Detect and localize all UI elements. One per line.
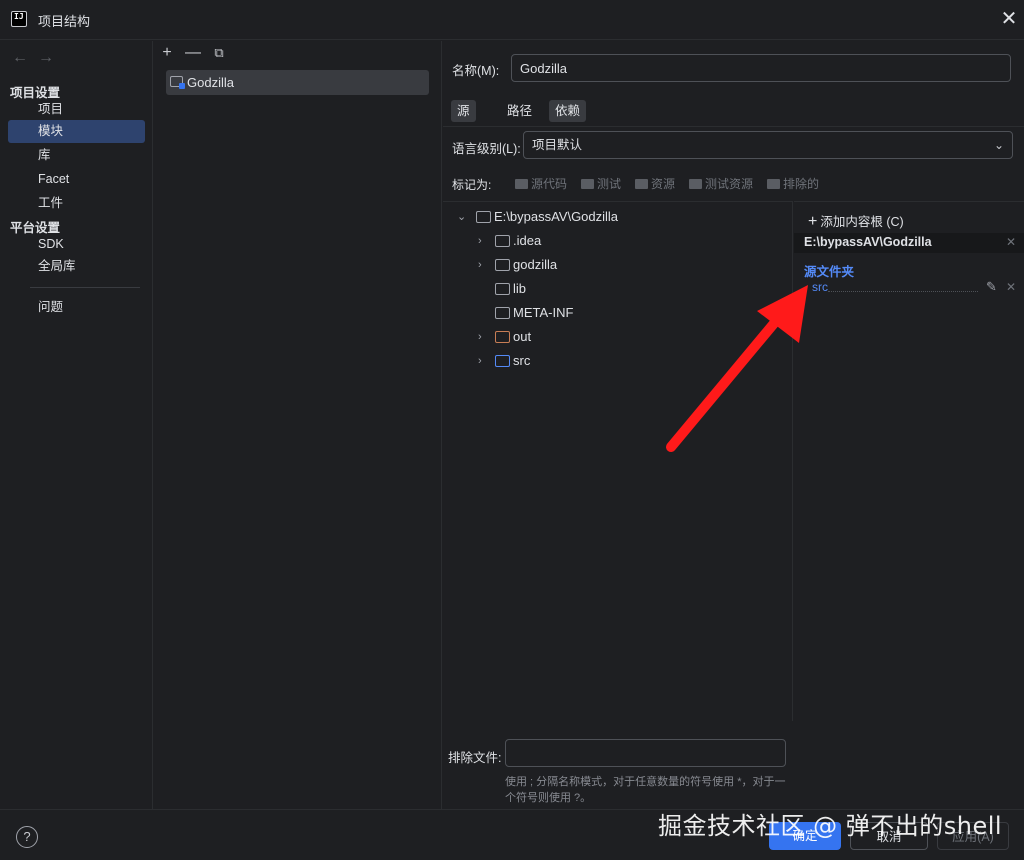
content-root-header: E:\bypassAV\Godzilla ✕ bbox=[794, 233, 1024, 253]
folder-icon bbox=[767, 179, 780, 189]
exclude-files-label: 排除文件: bbox=[448, 751, 502, 765]
source-folder-entry[interactable]: src bbox=[812, 280, 828, 294]
back-arrow-icon[interactable]: ← bbox=[12, 49, 28, 67]
folder-icon bbox=[689, 179, 702, 189]
remove-source-icon[interactable]: ✕ bbox=[1006, 280, 1016, 294]
tab-dependencies[interactable]: 依赖 bbox=[549, 100, 587, 122]
tab-divider bbox=[443, 126, 1024, 127]
title-bar: IJ 项目结构 ✕ bbox=[0, 0, 1024, 40]
nav-item-modules[interactable]: 模块 bbox=[8, 120, 145, 143]
language-level-label: 语言级别(L): bbox=[452, 142, 521, 156]
nav-divider bbox=[30, 287, 140, 288]
folder-icon bbox=[476, 211, 491, 223]
folder-icon bbox=[495, 283, 510, 295]
tree-item-label: out bbox=[513, 329, 532, 344]
remove-root-icon[interactable]: ✕ bbox=[1006, 235, 1016, 249]
chevron-right-icon: › bbox=[478, 259, 482, 271]
annotation-arrow-icon bbox=[666, 285, 808, 452]
folder-icon bbox=[635, 179, 648, 189]
tab-sources[interactable]: 源 bbox=[451, 100, 476, 122]
watermark: 掘金技术社区 @ 弹不出的shell bbox=[658, 812, 1003, 840]
name-label: 名称(M): bbox=[452, 64, 500, 78]
help-icon[interactable]: ? bbox=[16, 826, 38, 848]
folder-icon bbox=[515, 179, 528, 189]
folder-icon bbox=[581, 179, 594, 189]
chevron-right-icon: › bbox=[478, 355, 482, 367]
tree-item-label: godzilla bbox=[513, 257, 558, 272]
nav-item-problems[interactable]: 问题 bbox=[8, 296, 145, 319]
module-name: Godzilla bbox=[187, 75, 234, 90]
nav-item-libraries[interactable]: 库 bbox=[8, 144, 145, 167]
content-root-path: E:\bypassAV\Godzilla bbox=[804, 235, 932, 249]
tree-root-label: E:\bypassAV\Godzilla bbox=[494, 209, 619, 224]
nav-item-sdk[interactable]: SDK bbox=[8, 233, 145, 256]
language-level-value: 项目默认 bbox=[532, 138, 583, 152]
exclude-files-hint: 使用 ; 分隔名称模式，对于任意数量的符号使用 *，对于一个符号则使用 ?。 bbox=[505, 776, 786, 804]
content-root-panel: + 添加内容根 (C) E:\bypassAV\Godzilla ✕ 源文件夹 s… bbox=[794, 201, 1024, 721]
mark-test-resources-button[interactable]: 测试资源 bbox=[689, 175, 753, 192]
tree-row-idea[interactable]: › .idea bbox=[443, 229, 783, 253]
copy-module-icon[interactable]: ⧉ bbox=[210, 44, 228, 62]
nav-item-artifacts[interactable]: 工件 bbox=[8, 192, 145, 215]
module-folder-icon bbox=[170, 76, 185, 89]
dotted-leader bbox=[828, 291, 978, 292]
chevron-down-icon: ⌄ bbox=[993, 138, 1004, 152]
forward-arrow-icon[interactable]: → bbox=[38, 49, 54, 67]
tree-item-label: src bbox=[513, 353, 531, 368]
tree-root-row[interactable]: ⌄ E:\bypassAV\Godzilla bbox=[443, 205, 783, 229]
exclude-files-input[interactable] bbox=[505, 739, 786, 767]
remove-module-icon[interactable]: — bbox=[184, 44, 202, 62]
tree-item-label: lib bbox=[513, 281, 527, 296]
nav-item-global-libraries[interactable]: 全局库 bbox=[8, 255, 145, 278]
name-field[interactable] bbox=[511, 54, 1011, 82]
chevron-right-icon: › bbox=[478, 235, 482, 247]
source-folder-icon bbox=[495, 355, 510, 367]
nav-item-facets[interactable]: Facet bbox=[8, 168, 145, 191]
tree-item-label: .idea bbox=[513, 233, 542, 248]
source-folders-title: 源文件夹 bbox=[804, 265, 855, 279]
mark-sources-button[interactable]: 源代码 bbox=[515, 175, 567, 192]
app-logo-icon: IJ bbox=[11, 11, 27, 27]
module-list-panel: + — ⧉ Godzilla bbox=[154, 41, 442, 809]
plus-icon: + bbox=[808, 213, 818, 230]
module-row[interactable]: Godzilla bbox=[166, 70, 429, 95]
folder-icon bbox=[495, 307, 510, 319]
tree-item-label: META-INF bbox=[513, 305, 574, 320]
module-settings-panel: 名称(M): 源 路径 依赖 语言级别(L): 项目默认 ⌄ 标记为: 源代码 … bbox=[443, 41, 1024, 809]
mark-resources-button[interactable]: 资源 bbox=[635, 175, 675, 192]
folder-icon bbox=[495, 259, 510, 271]
mark-excluded-button[interactable]: 排除的 bbox=[767, 175, 819, 192]
settings-nav: ← → 项目设置 项目 模块 库 Facet 工件 平台设置 SDK 全局库 问… bbox=[0, 41, 153, 809]
add-content-root-button[interactable]: + 添加内容根 (C) bbox=[808, 211, 904, 231]
language-level-select[interactable]: 项目默认 ⌄ bbox=[523, 131, 1013, 159]
mark-tests-button[interactable]: 测试 bbox=[581, 175, 621, 192]
tree-row-godzilla[interactable]: › godzilla bbox=[443, 253, 783, 277]
close-icon[interactable]: ✕ bbox=[998, 9, 1020, 31]
folder-icon bbox=[495, 235, 510, 247]
window-title: 项目结构 bbox=[38, 14, 91, 29]
chevron-down-icon: ⌄ bbox=[457, 211, 467, 223]
edit-pencil-icon[interactable]: ✎ bbox=[986, 279, 997, 295]
mark-as-label: 标记为: bbox=[452, 178, 492, 192]
nav-item-project[interactable]: 项目 bbox=[8, 98, 145, 121]
chevron-right-icon: › bbox=[478, 331, 482, 343]
add-module-icon[interactable]: + bbox=[158, 44, 176, 62]
excluded-folder-icon bbox=[495, 331, 510, 343]
tab-paths[interactable]: 路径 bbox=[501, 100, 538, 122]
content-tree: ⌄ E:\bypassAV\Godzilla › .idea › godzill… bbox=[443, 201, 793, 721]
